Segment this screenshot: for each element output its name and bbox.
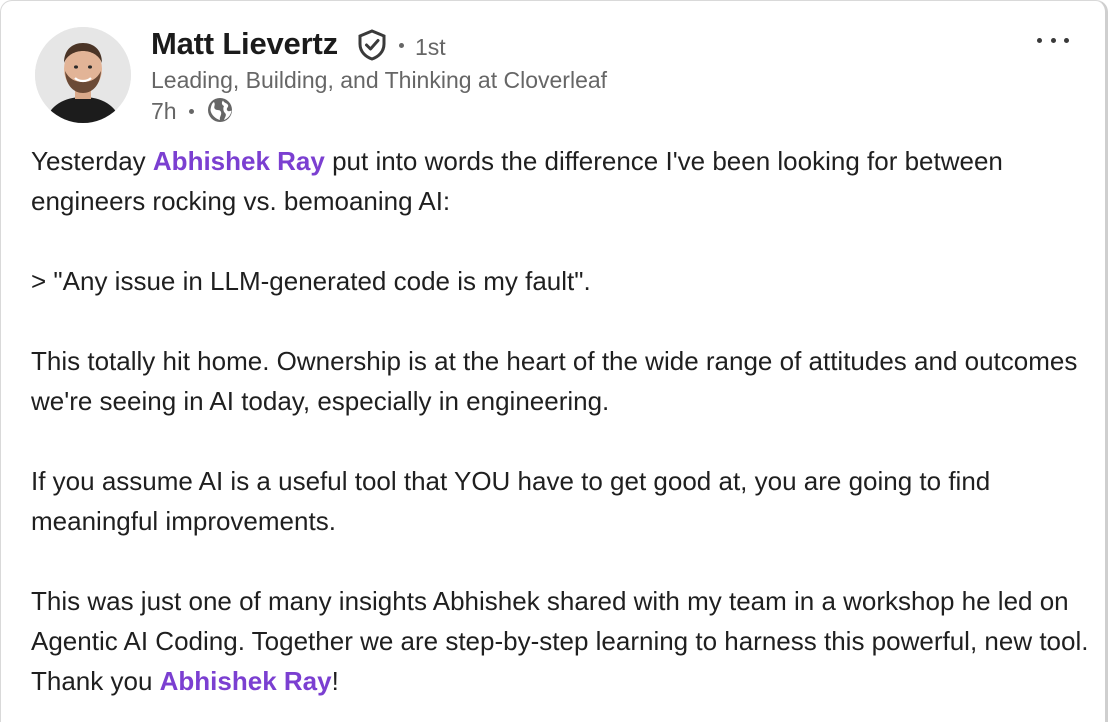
post-paragraph: This was just one of many insights Abhis… xyxy=(31,586,1096,696)
more-options-icon xyxy=(1037,37,1042,43)
separator-dot xyxy=(399,43,404,48)
globe-icon xyxy=(208,98,232,122)
connection-degree: 1st xyxy=(415,34,446,60)
separator-dot xyxy=(189,109,194,114)
verified-shield-icon xyxy=(358,29,386,61)
post-quote: > "Any issue in LLM-generated code is my… xyxy=(31,266,591,296)
avatar[interactable] xyxy=(35,27,131,123)
mention-link[interactable]: Abhishek Ray xyxy=(153,146,325,176)
post-paragraph: If you assume AI is a useful tool that Y… xyxy=(31,466,998,536)
author-name[interactable]: Matt Lievertz xyxy=(151,25,338,63)
post-paragraph: Yesterday Abhishek Ray put into words th… xyxy=(31,146,1011,216)
post-body: Yesterday Abhishek Ray put into words th… xyxy=(31,141,1101,722)
post-paragraph: This totally hit home. Ownership is at t… xyxy=(31,346,1085,416)
post-card: Matt Lievertz 1st Leading, Building, and… xyxy=(0,0,1108,722)
more-options-button[interactable] xyxy=(1031,29,1075,51)
avatar-image xyxy=(35,27,131,123)
author-headline: Leading, Building, and Thinking at Clove… xyxy=(151,67,608,93)
mention-link[interactable]: Abhishek Ray xyxy=(160,666,332,696)
post-time: 7h xyxy=(151,98,177,124)
